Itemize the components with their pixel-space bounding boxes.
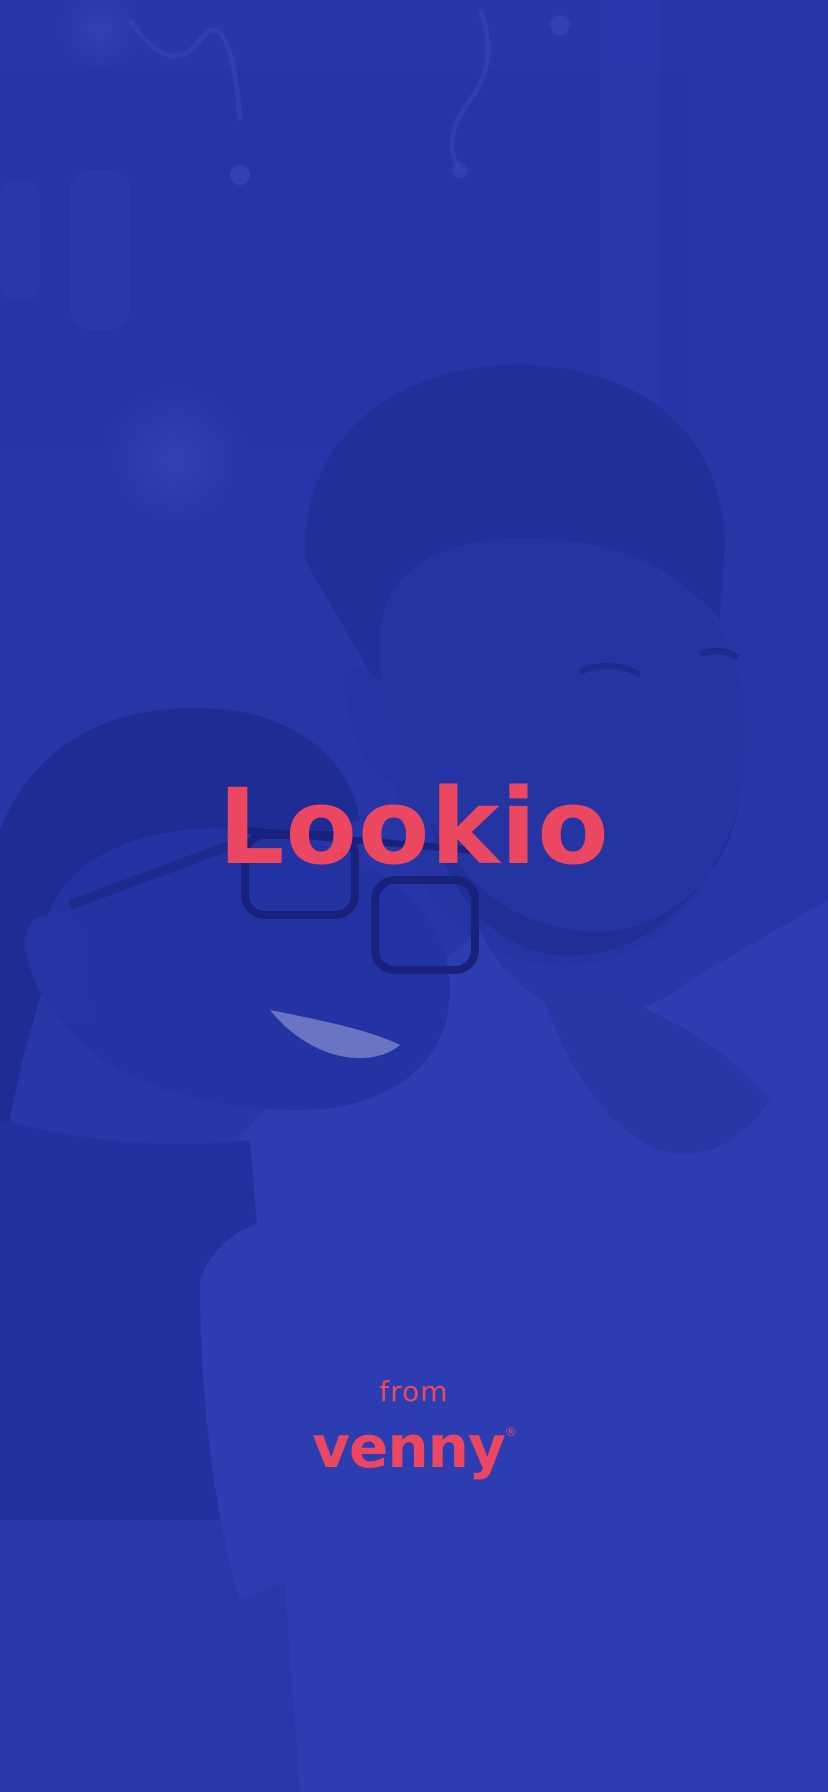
color-overlay [0, 0, 828, 1792]
brand-name: venny [312, 1413, 506, 1481]
from-label: from [379, 1375, 449, 1408]
splash-screen: Lookio from venny® [0, 0, 828, 1792]
venny-logo: venny® [0, 1418, 828, 1476]
registered-mark: ® [504, 1425, 517, 1439]
app-title: Lookio [218, 766, 610, 888]
